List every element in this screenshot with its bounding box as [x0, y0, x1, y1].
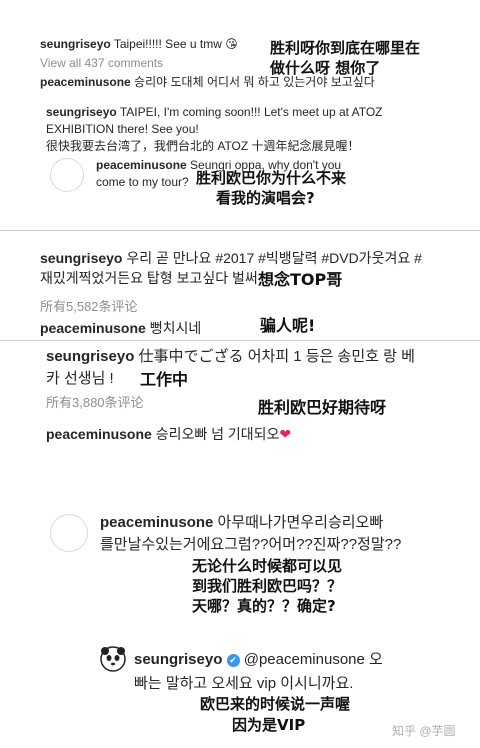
comment-text-2: 를만날수있는거에요그럼??어머??진짜??정말?? — [100, 536, 402, 553]
quoted-text-3: 很快我要去台湾了，我們台北的 ATOZ 十週年紀念展見喔！ — [46, 139, 360, 153]
heart-icon: ❤ — [279, 426, 292, 442]
quoted-post: seungriseyo TAIPEI, I'm coming soon!!! L… — [46, 104, 383, 155]
avatar[interactable] — [100, 646, 126, 672]
reply-text-2: 빠는 말하고 오세요 vip 이시니까요. — [134, 675, 354, 692]
reply-username[interactable]: seungriseyo — [134, 651, 222, 668]
quoted-text: TAIPEI, I'm coming soon!!! Let's meet up… — [119, 105, 383, 119]
reply-row: seungriseyo ✔ @peaceminusone 오 빠는 말하고 오세… — [134, 648, 383, 696]
translation-note: 胜利呀你到底在哪里在 做什么呀 想你了 — [270, 39, 421, 77]
comment-text: 아무때나가면우리승리오빠 — [217, 514, 384, 531]
comment-count[interactable]: 所有3,880条评论 — [46, 392, 144, 411]
quoted-text-2: EXHIBITION there! See you! — [46, 122, 199, 136]
divider — [0, 230, 480, 231]
translation-note: 工作中 — [140, 370, 189, 389]
verified-badge-icon: ✔ — [226, 653, 240, 667]
post-username[interactable]: seungriseyo — [40, 37, 111, 51]
comment-row: peaceminusone 승리오빠 넘 기대되오❤ — [46, 424, 291, 444]
username[interactable]: seungriseyo — [46, 348, 134, 365]
comment-count[interactable]: 所有5,582条评论 — [40, 296, 138, 315]
post-caption: seungriseyo Taipei!!!!! See u tmw 😘 — [40, 36, 238, 52]
comment-username[interactable]: peaceminusone — [40, 75, 131, 89]
translation-note: 胜利欧巴好期待呀 — [258, 398, 387, 417]
comment-username[interactable]: peaceminusone — [46, 426, 152, 442]
caption-text: 우리 곧 만나요 #2017 #빅뱅달력 #DVD가웃겨요 # — [126, 250, 422, 266]
translation-note: 无论什么时候都可以见 到我们胜利欧巴吗？？ 天哪？真的？？确定? — [192, 557, 343, 615]
watermark: 知乎 @芋圆 — [392, 724, 456, 738]
caption: seungriseyo 仕事中でござる 어차피 1 등은 송민호 랑 베 카 선… — [46, 346, 415, 390]
view-all-comments-link[interactable]: View all 437 comments — [40, 56, 163, 70]
reply-username[interactable]: peaceminusone — [96, 158, 187, 172]
comment-username[interactable]: peaceminusone — [100, 514, 213, 531]
caption-text: 仕事中でござる 어차피 1 등은 송민호 랑 베 — [138, 348, 415, 365]
kiss-emoji-icon: 😘 — [225, 37, 238, 51]
caption-text-2: 재밌게찍었거든요 탑형 보고싶다 벌써 — [40, 270, 258, 286]
avatar[interactable] — [50, 158, 84, 192]
panda-icon — [100, 646, 126, 672]
comment-text: 뻥치시네 — [149, 320, 202, 336]
comment-username[interactable]: peaceminusone — [40, 320, 146, 336]
post-text: Taipei!!!!! See u tmw — [113, 37, 222, 51]
translation-note: 骗人呢! — [260, 316, 316, 335]
username[interactable]: seungriseyo — [40, 250, 122, 266]
caption-text-2: 카 선생님 ! — [46, 370, 114, 387]
comment-text: 승리오빠 넘 기대되오 — [155, 426, 280, 442]
quoted-username[interactable]: seungriseyo — [46, 105, 117, 119]
translation-note: 胜利欧巴你为什么不来 看我的演唱会? — [196, 169, 347, 207]
comment-row: peaceminusone 뻥치시네 — [40, 318, 201, 338]
divider — [0, 340, 480, 341]
avatar[interactable] — [50, 514, 88, 552]
reply-text: @peaceminusone 오 — [243, 651, 383, 668]
translation-note: 欧巴来的时候说一声喔 因为是VIP — [200, 695, 351, 734]
caption: seungriseyo 우리 곧 만나요 #2017 #빅뱅달력 #DVD가웃겨… — [40, 248, 422, 288]
translation-note: 想念TOP哥 — [258, 270, 343, 289]
comment-row: peaceminusone 아무때나가면우리승리오빠 를만날수있는거에요그럼??… — [100, 512, 401, 556]
